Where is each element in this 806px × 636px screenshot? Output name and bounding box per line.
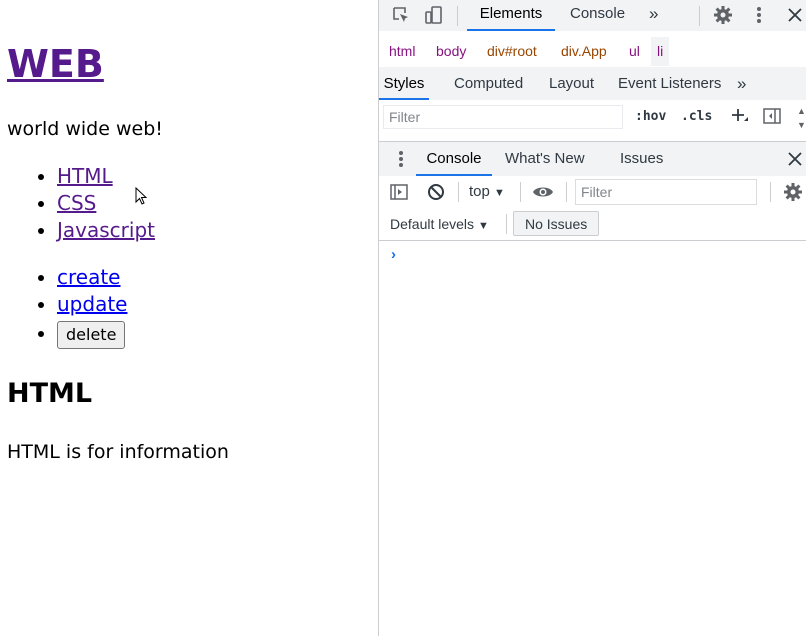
tab-layout[interactable]: Layout [549,67,594,100]
sidebar-toggle-icon[interactable] [388,181,410,203]
drawer-tab-whats-new[interactable]: What's New [505,142,585,176]
divider [520,182,521,202]
breadcrumb-html[interactable]: html [389,43,415,59]
gear-icon[interactable] [712,4,734,26]
console-levels-row: Default levels ▼ No Issues [379,208,806,241]
breadcrumb: html body div#root div.App ul li [379,36,806,68]
breadcrumb-div-app[interactable]: div.App [561,43,607,59]
breadcrumb-ul[interactable]: ul [629,43,640,59]
list-item: Javascript [57,217,155,244]
scroll-down-icon[interactable]: ▼ [797,120,806,130]
breadcrumb-body[interactable]: body [436,43,466,59]
divider [458,182,459,202]
tab-computed[interactable]: Computed [454,67,523,100]
devtools-main-toolbar: Elements Console » [379,0,806,32]
topic-link-html[interactable]: HTML [57,164,113,188]
topic-link-javascript[interactable]: Javascript [57,218,155,242]
toggle-sidebar-icon[interactable] [761,105,783,127]
list-item: HTML [57,163,155,190]
context-label: top [469,183,490,200]
styles-filter-row: Filter :hov .cls ▲ ▼ [379,100,806,135]
topic-link-css[interactable]: CSS [57,191,96,215]
styles-tabbar: Styles Computed Layout Event Listeners » [379,67,806,101]
tab-styles[interactable]: Styles [379,67,429,100]
home-link[interactable]: WEB [7,42,104,86]
console-filter-input[interactable]: Filter [575,179,757,205]
kebab-menu-icon[interactable] [748,4,770,26]
close-devtools-icon[interactable] [784,4,806,26]
tab-console[interactable]: Console [570,0,625,31]
delete-button[interactable]: delete [57,320,126,349]
close-drawer-icon[interactable] [784,148,806,170]
article-title: HTML [7,378,93,409]
list-item: update [57,291,127,318]
breadcrumb-div-root[interactable]: div#root [487,43,537,59]
scroll-up-icon[interactable]: ▲ [797,106,806,116]
list-item: delete [57,318,127,349]
divider [770,182,771,202]
divider [699,6,700,26]
divider [457,6,458,26]
log-levels-select[interactable]: Default levels ▼ [390,216,489,232]
tagline: world wide web! [7,118,163,140]
dropdown-arrow-icon: ▼ [477,220,489,232]
control-list: create update delete [0,264,127,349]
console-toolbar: top ▼ Filter [379,176,806,209]
styles-pane [379,134,806,141]
page-title: WEB [7,40,104,88]
update-link[interactable]: update [57,292,127,316]
device-toggle-icon[interactable] [423,4,445,26]
kebab-menu-icon[interactable] [390,148,412,170]
clear-console-icon[interactable] [425,181,447,203]
log-levels-label: Default levels [390,216,475,232]
hov-toggle[interactable]: :hov [635,109,666,124]
issues-button[interactable]: No Issues [513,211,600,236]
more-tabs-icon[interactable]: » [737,67,746,100]
divider [566,182,567,202]
article-body: HTML is for information [7,441,229,463]
new-style-rule-icon[interactable] [728,105,750,127]
rendered-page: WEB world wide web! HTML CSS Javascript … [0,0,378,636]
tab-event-listeners[interactable]: Event Listeners [618,67,721,100]
console-prompt-icon[interactable]: › [391,246,396,263]
topic-list: HTML CSS Javascript [0,163,155,244]
drawer-tab-issues[interactable]: Issues [620,142,663,176]
create-link[interactable]: create [57,265,121,289]
dropdown-arrow-icon: ▼ [494,187,505,199]
more-tabs-icon[interactable]: » [649,0,658,31]
drawer-tabbar: Console What's New Issues [379,141,806,177]
list-item: create [57,264,127,291]
context-select[interactable]: top ▼ [469,183,505,200]
tab-elements[interactable]: Elements [467,0,555,31]
console-settings-gear-icon[interactable] [782,181,804,203]
cls-toggle[interactable]: .cls [681,109,712,124]
mouse-pointer-icon [135,187,147,205]
divider [506,214,507,234]
breadcrumb-li[interactable]: li [651,37,670,66]
inspect-element-icon[interactable] [390,4,412,26]
drawer-tab-console[interactable]: Console [416,142,492,176]
devtools-panel: Elements Console » html body div#root di… [378,0,806,636]
eye-icon[interactable] [532,181,554,203]
styles-filter-input[interactable]: Filter [383,105,623,129]
